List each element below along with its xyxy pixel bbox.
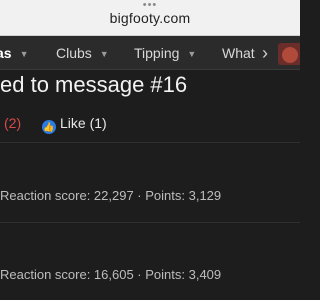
browser-address-bar: ••• bigfooty.com [0,0,300,36]
reaction-count[interactable]: (2) [4,115,21,131]
chevron-down-icon: ▼ [187,49,197,59]
nav-item-whats-new[interactable]: What [222,36,255,69]
nav-item-tipping[interactable]: Tipping ▼ [134,36,197,69]
url-display[interactable]: bigfooty.com [0,10,300,26]
nav-item-label: Tipping [134,45,180,61]
thumbs-up-icon: 👍 [42,120,56,134]
chevron-down-icon: ▼ [99,49,109,59]
nav-item-label: Clubs [56,45,92,61]
member-stats: Reaction score: 22,297 · Points: 3,129 [0,188,222,203]
nav-item-active[interactable]: as ▼ [0,36,29,69]
chevron-down-icon: ▼ [19,49,29,59]
divider [0,142,300,143]
page-title: ed to message #16 [0,72,188,97]
like-button[interactable]: 👍 Like (1) [42,115,107,134]
forum-nav-bar: as ▼ Clubs ▼ Tipping ▼ What › [0,36,300,70]
avatar[interactable] [278,43,300,65]
browser-menu-dots[interactable]: ••• [0,0,300,11]
nav-item-clubs[interactable]: Clubs ▼ [56,36,109,69]
nav-item-label: What [222,45,255,61]
member-stats: Reaction score: 16,605 · Points: 3,409 [0,267,222,282]
divider [0,222,300,223]
chevron-right-icon[interactable]: › [258,36,272,69]
nav-item-label: as [0,45,12,61]
reactions-bar: (2) 👍 Like (1) [0,112,300,136]
like-label: Like (1) [60,115,107,131]
